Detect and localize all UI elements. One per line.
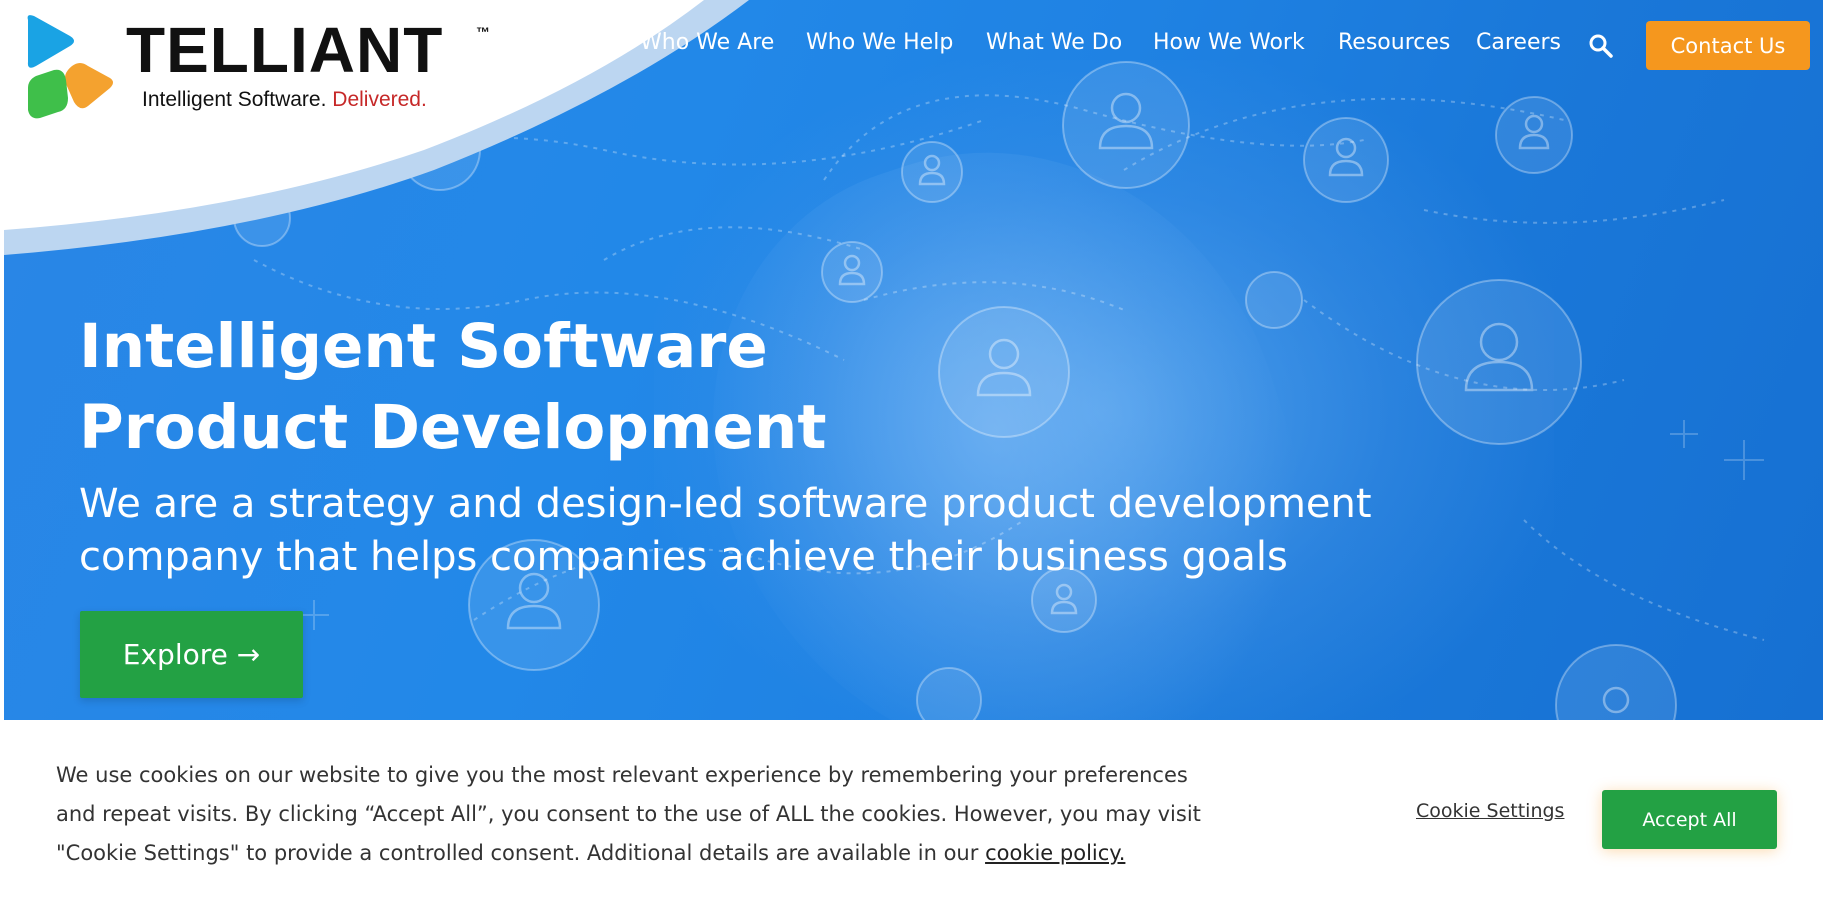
nav-item-careers[interactable]: Careers [1476, 30, 1561, 55]
search-icon[interactable] [1588, 33, 1614, 59]
brand-block[interactable]: TELLIANT ™ [126, 14, 490, 86]
hero-title: Intelligent Software Product Development [79, 306, 979, 468]
cookie-settings-link[interactable]: Cookie Settings [1416, 800, 1564, 822]
nav-item-what-we-do[interactable]: What We Do [986, 30, 1122, 55]
hero-title-line-1: Intelligent Software [79, 311, 768, 382]
brand-tagline: Intelligent Software. Delivered. [142, 88, 427, 112]
nav-item-who-we-are[interactable]: Who We Are [640, 30, 774, 55]
tagline-accent: Delivered. [332, 88, 427, 111]
cookie-text-line-1: We use cookies on our website to give yo… [56, 763, 1188, 787]
hero-subtitle: We are a strategy and design-led softwar… [79, 478, 1479, 584]
nav-item-who-we-help[interactable]: Who We Help [806, 30, 953, 55]
trademark-symbol: ™ [476, 24, 490, 40]
cookie-banner: We use cookies on our website to give yo… [4, 720, 1823, 913]
hero-subtitle-line-1: We are a strategy and design-led softwar… [79, 481, 1372, 527]
nav-item-how-we-work[interactable]: How We Work [1153, 30, 1305, 55]
cookie-policy-link[interactable]: cookie policy. [985, 841, 1125, 865]
hero-subtitle-line-2: company that helps companies achieve the… [79, 534, 1288, 580]
accept-all-button[interactable]: Accept All [1602, 790, 1777, 849]
cookie-text-line-2: and repeat visits. By clicking “Accept A… [56, 802, 1201, 826]
brand-name: TELLIANT [126, 14, 444, 86]
cookie-text-line-3: "Cookie Settings" to provide a controlle… [56, 841, 979, 865]
explore-button[interactable]: Explore → [80, 611, 303, 698]
cookie-message: We use cookies on our website to give yo… [56, 756, 1296, 873]
nav-item-resources[interactable]: Resources [1338, 30, 1450, 55]
hero-title-line-2: Product Development [79, 392, 827, 463]
telliant-logo-icon [27, 15, 113, 119]
contact-us-button[interactable]: Contact Us [1646, 21, 1810, 70]
tagline-main: Intelligent Software. [142, 88, 327, 111]
